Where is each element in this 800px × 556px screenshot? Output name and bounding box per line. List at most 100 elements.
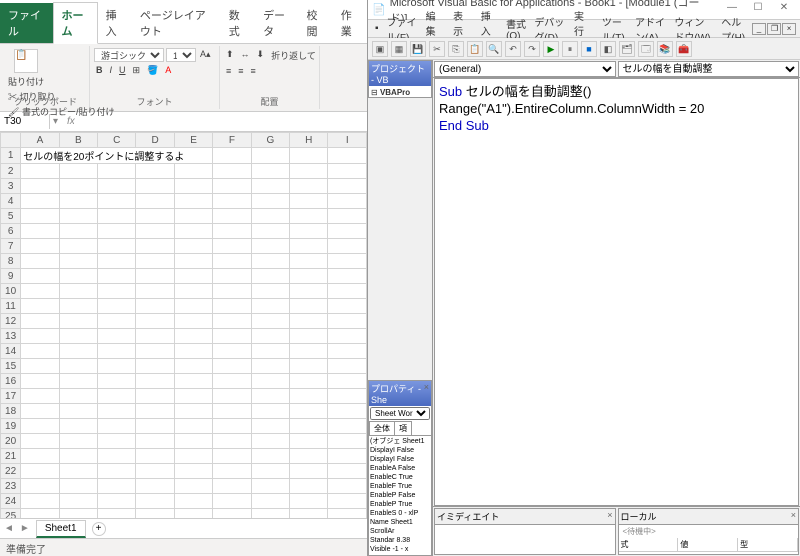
- mdi-restore-button[interactable]: ❐: [767, 23, 781, 35]
- locals-window[interactable]: ローカル× <待機中> 式 値 型: [618, 508, 800, 555]
- cell[interactable]: [21, 389, 59, 404]
- cell[interactable]: [251, 284, 289, 299]
- cell[interactable]: [59, 164, 97, 179]
- cell[interactable]: [251, 419, 289, 434]
- cell[interactable]: [174, 254, 212, 269]
- cell[interactable]: [251, 494, 289, 509]
- cell[interactable]: [290, 404, 328, 419]
- cell[interactable]: [328, 509, 367, 519]
- align-center-icon[interactable]: ≡: [236, 65, 245, 77]
- tab-formulas[interactable]: 数式: [221, 3, 255, 43]
- cell[interactable]: [251, 329, 289, 344]
- mdi-close-button[interactable]: ×: [782, 23, 796, 35]
- cell[interactable]: [290, 359, 328, 374]
- cell[interactable]: [136, 299, 174, 314]
- align-top-icon[interactable]: ⬆: [224, 48, 236, 63]
- cell[interactable]: [174, 449, 212, 464]
- cell[interactable]: [136, 494, 174, 509]
- cell[interactable]: [213, 269, 251, 284]
- immediate-input[interactable]: [435, 525, 615, 554]
- cell[interactable]: [328, 464, 367, 479]
- cell[interactable]: [21, 284, 59, 299]
- cell[interactable]: [213, 329, 251, 344]
- cell[interactable]: [213, 404, 251, 419]
- cell[interactable]: [213, 148, 251, 164]
- cell[interactable]: [174, 494, 212, 509]
- cell[interactable]: [21, 269, 59, 284]
- cell[interactable]: [213, 284, 251, 299]
- cell[interactable]: [328, 284, 367, 299]
- cell[interactable]: [251, 449, 289, 464]
- cell[interactable]: [174, 404, 212, 419]
- cell[interactable]: [328, 224, 367, 239]
- tab-pagelayout[interactable]: ページレイアウト: [132, 3, 221, 43]
- cell[interactable]: [21, 359, 59, 374]
- cell[interactable]: [251, 164, 289, 179]
- cell[interactable]: [290, 479, 328, 494]
- cell[interactable]: [213, 374, 251, 389]
- cell[interactable]: [290, 389, 328, 404]
- cell[interactable]: [98, 449, 136, 464]
- cell[interactable]: [290, 299, 328, 314]
- properties-tab-cat[interactable]: 項: [394, 421, 412, 435]
- row-header[interactable]: 23: [1, 479, 21, 494]
- tool-copy-icon[interactable]: ⎘: [448, 41, 464, 57]
- cell[interactable]: [174, 209, 212, 224]
- vbe-sys-icon[interactable]: ▪: [372, 23, 382, 34]
- cell[interactable]: [59, 464, 97, 479]
- cell[interactable]: [213, 299, 251, 314]
- cell[interactable]: [174, 224, 212, 239]
- border-button[interactable]: ⊞: [131, 64, 143, 77]
- cell[interactable]: [213, 164, 251, 179]
- cell[interactable]: [251, 374, 289, 389]
- col-header[interactable]: D: [136, 133, 174, 148]
- tool-break-icon[interactable]: ⏸: [562, 41, 578, 57]
- sheet-tab-1[interactable]: Sheet1: [36, 520, 86, 538]
- cell[interactable]: [328, 209, 367, 224]
- cell[interactable]: [174, 284, 212, 299]
- cell[interactable]: [251, 434, 289, 449]
- cell[interactable]: [21, 464, 59, 479]
- tool-cut-icon[interactable]: ✂: [429, 41, 445, 57]
- cell[interactable]: [290, 329, 328, 344]
- cell[interactable]: [174, 359, 212, 374]
- cell[interactable]: [136, 404, 174, 419]
- cell[interactable]: [328, 449, 367, 464]
- cell[interactable]: [136, 269, 174, 284]
- row-header[interactable]: 7: [1, 239, 21, 254]
- tab-view[interactable]: 作業: [333, 3, 367, 43]
- property-row[interactable]: (オブジェ Sheet1: [370, 437, 430, 446]
- paste-icon[interactable]: 📋: [14, 49, 38, 73]
- property-row[interactable]: EnableP True: [370, 500, 430, 509]
- cell[interactable]: [59, 404, 97, 419]
- tool-design-icon[interactable]: ◧: [600, 41, 616, 57]
- cell[interactable]: [21, 329, 59, 344]
- properties-close-icon[interactable]: ×: [424, 382, 429, 405]
- cell[interactable]: [213, 389, 251, 404]
- cell[interactable]: [59, 194, 97, 209]
- col-header[interactable]: H: [290, 133, 328, 148]
- row-header[interactable]: 15: [1, 359, 21, 374]
- cell[interactable]: [213, 359, 251, 374]
- properties-list[interactable]: (オブジェ Sheet1DisplayI FalseDisplayI False…: [369, 436, 431, 555]
- cell[interactable]: [21, 449, 59, 464]
- cell[interactable]: [174, 299, 212, 314]
- property-row[interactable]: EnableA False: [370, 464, 430, 473]
- cell[interactable]: [251, 224, 289, 239]
- cell[interactable]: [21, 209, 59, 224]
- cell[interactable]: [251, 148, 289, 164]
- cell[interactable]: [213, 179, 251, 194]
- row-header[interactable]: 19: [1, 419, 21, 434]
- cell[interactable]: [290, 209, 328, 224]
- wrap-text-button[interactable]: 折り返して: [269, 48, 318, 63]
- property-row[interactable]: ScrollAr: [370, 527, 430, 536]
- cell[interactable]: [98, 374, 136, 389]
- properties-object-select[interactable]: Sheet Work: [370, 407, 430, 420]
- cell[interactable]: [213, 209, 251, 224]
- cell[interactable]: セルの幅を20ポイントに調整するよ: [21, 148, 213, 164]
- tool-save-icon[interactable]: 💾: [410, 41, 426, 57]
- cell[interactable]: [136, 449, 174, 464]
- cell[interactable]: [213, 419, 251, 434]
- cell[interactable]: [328, 479, 367, 494]
- tool-paste-icon[interactable]: 📋: [467, 41, 483, 57]
